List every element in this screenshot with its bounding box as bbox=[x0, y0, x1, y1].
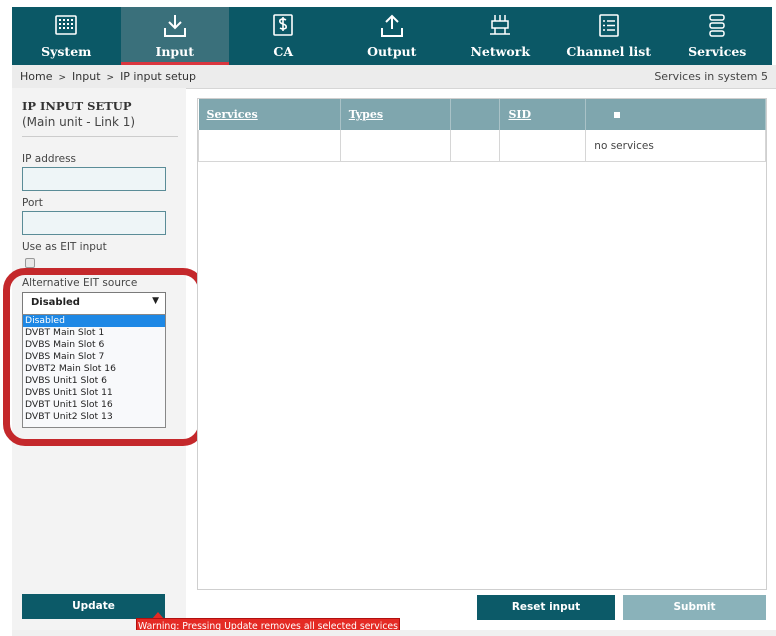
network-icon bbox=[490, 15, 511, 35]
dropdown-option[interactable]: DVBS Main Slot 7 bbox=[23, 351, 165, 363]
reset-input-button[interactable]: Reset input bbox=[477, 595, 615, 620]
upload-tray-icon bbox=[380, 14, 403, 37]
column-header-services[interactable]: Services bbox=[198, 99, 341, 130]
empty-message: no services bbox=[585, 130, 766, 162]
breadcrumb: Home > Input > IP input setup bbox=[20, 70, 196, 83]
nav-input[interactable]: Input bbox=[120, 7, 229, 65]
nav-label: Services bbox=[688, 44, 747, 59]
submit-button[interactable]: Submit bbox=[623, 595, 766, 620]
top-strip bbox=[0, 0, 776, 7]
alt-eit-selected-value: Disabled bbox=[31, 297, 80, 308]
breadcrumb-separator: > bbox=[58, 73, 67, 83]
column-header-types[interactable]: Types bbox=[340, 99, 451, 130]
list-icon bbox=[598, 14, 619, 37]
select-all-checkbox[interactable] bbox=[614, 112, 621, 118]
panel-title: IP INPUT SETUP bbox=[22, 99, 132, 113]
dropdown-option[interactable]: Disabled bbox=[23, 315, 165, 327]
alt-eit-label: Alternative EIT source bbox=[22, 277, 138, 289]
dropdown-option[interactable]: DVBS Unit1 Slot 6 bbox=[23, 375, 165, 387]
services-in-system: Services in system 5 bbox=[654, 70, 768, 83]
breadcrumb-bar: Home > Input > IP input setup Services in sy… bbox=[12, 65, 776, 89]
ip-address-field[interactable] bbox=[22, 167, 166, 191]
nav-label: Input bbox=[155, 44, 195, 59]
table-cell bbox=[339, 130, 451, 162]
update-button[interactable]: Update bbox=[22, 594, 165, 619]
dropdown-option[interactable]: DVBS Main Slot 6 bbox=[23, 339, 165, 351]
main-nav: System Input CA Output Network Channel l… bbox=[12, 7, 772, 65]
nav-label: Channel list bbox=[566, 44, 652, 59]
breadcrumb-separator: > bbox=[106, 73, 115, 83]
nav-output[interactable]: Output bbox=[338, 7, 447, 65]
services-table-panel: Services Types SID no services bbox=[197, 98, 767, 590]
nav-label: CA bbox=[273, 44, 294, 59]
breadcrumb-input[interactable]: Input bbox=[72, 70, 100, 83]
table-row: no services bbox=[198, 130, 766, 162]
nav-label: System bbox=[41, 44, 92, 59]
alt-eit-dropdown-list: Disabled DVBT Main Slot 1 DVBS Main Slot… bbox=[22, 314, 166, 428]
nav-label: Network bbox=[470, 44, 531, 59]
port-label: Port bbox=[22, 197, 43, 209]
table-cell bbox=[499, 130, 587, 162]
nav-services[interactable]: Services bbox=[663, 7, 772, 65]
breadcrumb-current: IP input setup bbox=[120, 70, 196, 83]
eit-input-label: Use as EIT input bbox=[22, 241, 107, 253]
dollar-box-icon bbox=[273, 14, 294, 36]
dropdown-option[interactable]: DVBT Unit2 Slot 13 bbox=[23, 411, 165, 423]
breadcrumb-home[interactable]: Home bbox=[20, 70, 52, 83]
dropdown-option[interactable]: DVBT Main Slot 1 bbox=[23, 327, 165, 339]
grid-icon bbox=[55, 15, 78, 35]
bottom-bar bbox=[12, 630, 776, 636]
dropdown-option[interactable]: DVBT2 Main Slot 16 bbox=[23, 363, 165, 375]
ip-input-setup-panel: IP INPUT SETUP (Main unit - Link 1) IP a… bbox=[12, 88, 186, 633]
alt-eit-select[interactable]: Disabled ▼ bbox=[22, 292, 166, 315]
port-field[interactable] bbox=[22, 211, 166, 235]
table-cell bbox=[449, 130, 501, 162]
services-table: Services Types SID no services bbox=[198, 99, 766, 162]
column-header-blank bbox=[450, 99, 501, 130]
column-header-sid[interactable]: SID bbox=[499, 99, 587, 130]
nav-system[interactable]: System bbox=[12, 7, 121, 65]
nav-network[interactable]: Network bbox=[446, 7, 555, 65]
dropdown-option[interactable]: DVBT Unit1 Slot 16 bbox=[23, 399, 165, 411]
column-header-select-all bbox=[585, 99, 766, 130]
dropdown-option[interactable]: DVBS Unit1 Slot 11 bbox=[23, 387, 165, 399]
table-cell bbox=[198, 130, 341, 162]
nav-channel-list[interactable]: Channel list bbox=[555, 7, 664, 65]
panel-subtitle: (Main unit - Link 1) bbox=[22, 115, 136, 129]
nav-label: Output bbox=[367, 44, 417, 59]
download-tray-icon bbox=[163, 15, 186, 37]
eit-input-checkbox[interactable] bbox=[25, 258, 35, 268]
ip-address-label: IP address bbox=[22, 153, 77, 165]
nav-ca[interactable]: CA bbox=[229, 7, 338, 65]
dropdown-arrow-icon: ▼ bbox=[152, 296, 159, 306]
services-icon bbox=[709, 14, 725, 37]
divider bbox=[22, 136, 178, 137]
table-header-row: Services Types SID bbox=[198, 99, 766, 130]
